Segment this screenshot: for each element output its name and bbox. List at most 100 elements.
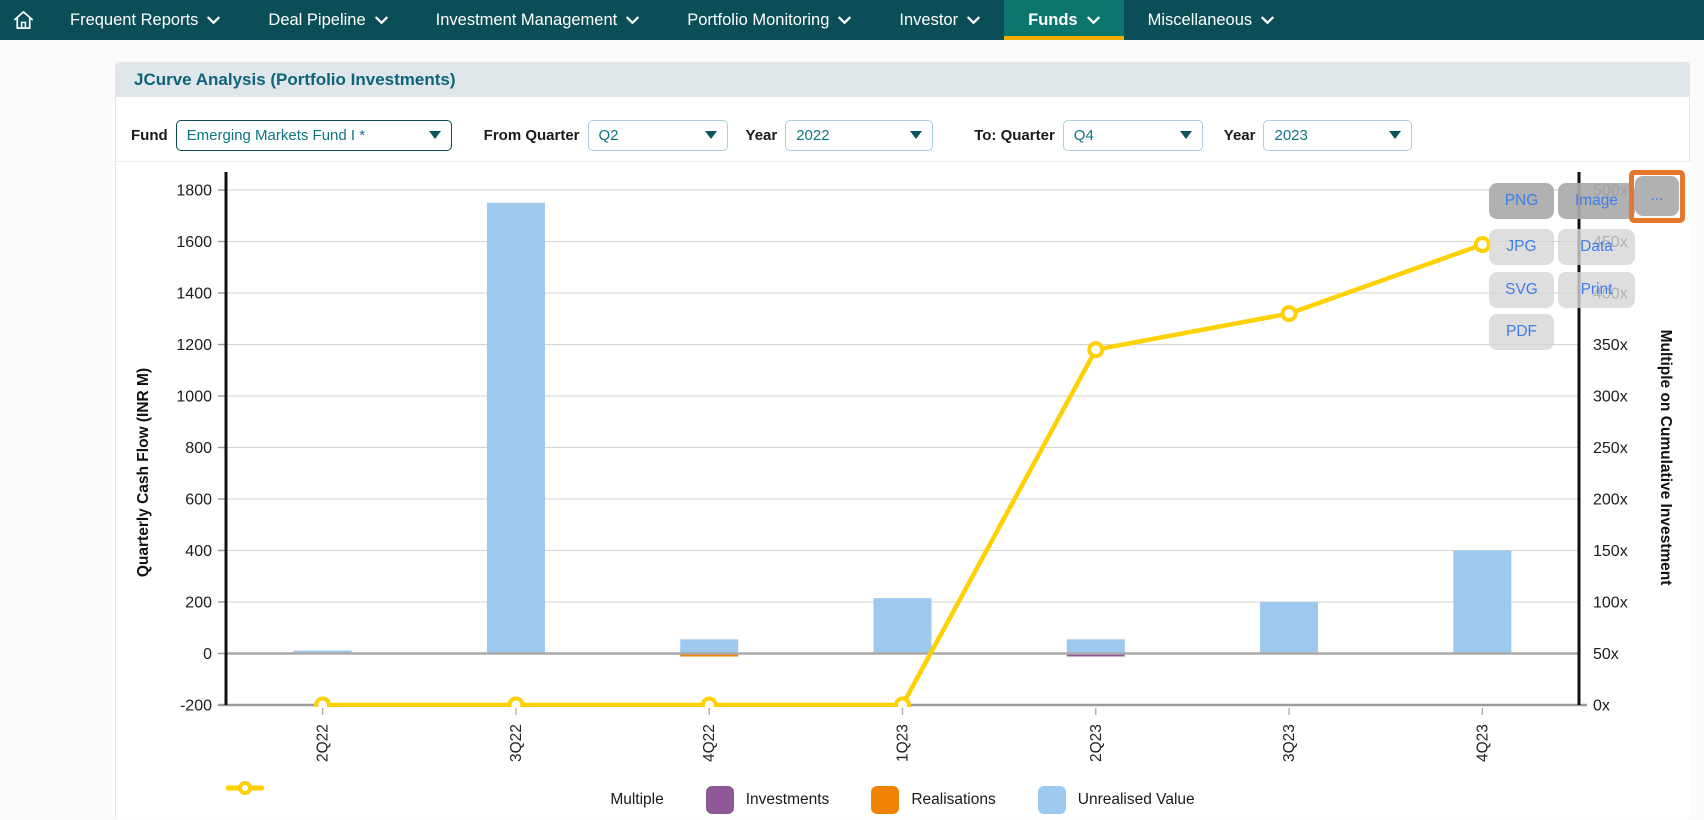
bar-unrealised-value-4Q23[interactable] — [1453, 551, 1511, 654]
filter-select-fund-0[interactable]: Emerging Markets Fund I * — [176, 120, 452, 151]
filter-bar: FundEmerging Markets Fund I *From Quarte… — [116, 113, 1689, 157]
dropdown-caret-icon — [1180, 131, 1192, 139]
nav-item-label: Investment Management — [436, 11, 618, 30]
highlight-annotation-box — [1629, 170, 1685, 223]
right-axis-tick-label: 50x — [1593, 646, 1619, 663]
home-icon — [12, 9, 35, 32]
chart-legend: Multiple Investments Realisations Unrealise… — [226, 780, 1579, 820]
chevron-down-icon — [838, 16, 851, 25]
filter-label-year-4: Year — [1224, 127, 1256, 144]
filter-label-to-quarter-3: To: Quarter — [974, 127, 1055, 144]
line-marker-4Q23[interactable] — [1476, 238, 1489, 251]
top-nav: Frequent Reports Deal Pipeline Investment … — [0, 0, 1704, 40]
x-axis-label-4Q23: 4Q23 — [1474, 724, 1491, 762]
right-axis-tick-label: 350x — [1593, 337, 1628, 354]
right-axis-title: Multiple on Cumulative Investment — [1657, 330, 1674, 586]
line-marker-3Q23[interactable] — [1283, 307, 1296, 320]
filter-select-to-quarter-3[interactable]: Q4 — [1063, 120, 1203, 151]
chart-canvas: -2000200400600800100012001400160018000x5… — [116, 162, 1691, 820]
filter-value: 2022 — [796, 127, 829, 144]
nav-item-investment-management[interactable]: Investment Management — [412, 0, 664, 40]
filter-value: Emerging Markets Fund I * — [187, 127, 365, 144]
filter-value: 2023 — [1274, 127, 1307, 144]
left-axis-tick-label: 0 — [203, 646, 212, 663]
chevron-down-icon — [1087, 16, 1100, 25]
chevron-down-icon — [626, 16, 639, 25]
line-marker-2Q23[interactable] — [1089, 343, 1102, 356]
content-card: JCurve Analysis (Portfolio Investments) … — [115, 62, 1690, 818]
export-svg-button[interactable]: SVG — [1489, 272, 1554, 308]
left-axis-tick-label: 1000 — [176, 389, 212, 406]
filter-label-year-2: Year — [746, 127, 778, 144]
filter-select-year-4[interactable]: 2023 — [1263, 120, 1412, 151]
bar-unrealised-value-2Q23[interactable] — [1067, 639, 1125, 653]
nav-item-label: Deal Pipeline — [268, 11, 365, 30]
nav-item-deal-pipeline[interactable]: Deal Pipeline — [244, 0, 411, 40]
chevron-down-icon — [207, 16, 220, 25]
right-axis-tick-label: 0x — [1593, 698, 1610, 715]
legend-swatch-realisations — [871, 786, 899, 814]
filter-value: Q2 — [599, 127, 619, 144]
export-pdf-button[interactable]: PDF — [1489, 314, 1554, 350]
page-title-bar: JCurve Analysis (Portfolio Investments) — [116, 63, 1689, 97]
left-axis-title: Quarterly Cash Flow (INR M) — [135, 368, 152, 577]
legend-item-unrealised-value[interactable]: Unrealised Value — [1038, 786, 1195, 814]
bar-unrealised-value-3Q23[interactable] — [1260, 602, 1318, 654]
legend-swatch-unrealised-value — [1038, 786, 1066, 814]
legend-label: Multiple — [610, 791, 663, 809]
left-axis-tick-label: 800 — [185, 440, 212, 457]
right-axis-tick-label: 300x — [1593, 389, 1628, 406]
right-axis-tick-label: 200x — [1593, 492, 1628, 509]
export-data-button[interactable]: Data — [1558, 229, 1635, 265]
dropdown-caret-icon — [1389, 131, 1401, 139]
export-image-button[interactable]: Image — [1558, 183, 1635, 219]
filter-select-from-quarter-1[interactable]: Q2 — [588, 120, 728, 151]
left-axis-tick-label: 400 — [185, 543, 212, 560]
export-print-button[interactable]: Print — [1558, 272, 1635, 308]
nav-item-miscellaneous[interactable]: Miscellaneous — [1124, 0, 1299, 40]
x-axis-label-2Q23: 2Q23 — [1088, 724, 1105, 762]
dropdown-caret-icon — [910, 131, 922, 139]
legend-item-realisations[interactable]: Realisations — [871, 786, 995, 814]
home-button[interactable] — [0, 0, 46, 40]
left-axis-tick-label: 1400 — [176, 286, 212, 303]
legend-label: Realisations — [911, 791, 995, 809]
right-axis-tick-label: 250x — [1593, 440, 1628, 457]
page-title: JCurve Analysis (Portfolio Investments) — [134, 70, 456, 90]
nav-item-label: Frequent Reports — [70, 11, 198, 30]
bar-unrealised-value-1Q23[interactable] — [874, 598, 932, 653]
nav-item-label: Miscellaneous — [1148, 11, 1253, 30]
bar-unrealised-value-3Q22[interactable] — [487, 203, 545, 654]
legend-item-multiple[interactable]: Multiple — [610, 791, 663, 809]
nav-item-funds[interactable]: Funds — [1004, 0, 1124, 40]
x-axis-label-1Q23: 1Q23 — [895, 724, 912, 762]
legend-line-icon — [226, 780, 264, 796]
nav-item-label: Portfolio Monitoring — [687, 11, 829, 30]
nav-item-investor[interactable]: Investor — [875, 0, 1004, 40]
x-axis-label-4Q22: 4Q22 — [701, 724, 718, 762]
right-axis-tick-label: 100x — [1593, 595, 1628, 612]
chevron-down-icon — [375, 16, 388, 25]
nav-item-frequent-reports[interactable]: Frequent Reports — [46, 0, 244, 40]
bar-unrealised-value-4Q22[interactable] — [680, 639, 738, 653]
left-axis-tick-label: 1200 — [176, 337, 212, 354]
legend-item-investments[interactable]: Investments — [706, 786, 830, 814]
chevron-down-icon — [967, 16, 980, 25]
x-axis-label-2Q22: 2Q22 — [315, 724, 332, 762]
right-axis-tick-label: 150x — [1593, 543, 1628, 560]
chevron-down-icon — [1261, 16, 1274, 25]
filter-value: Q4 — [1074, 127, 1094, 144]
nav-item-label: Investor — [899, 11, 958, 30]
nav-items: Frequent Reports Deal Pipeline Investment … — [46, 0, 1298, 40]
export-png-button[interactable]: PNG — [1489, 183, 1554, 219]
left-axis-tick-label: -200 — [180, 698, 212, 715]
filter-select-year-2[interactable]: 2022 — [785, 120, 933, 151]
x-axis-label-3Q22: 3Q22 — [508, 724, 525, 762]
nav-item-portfolio-monitoring[interactable]: Portfolio Monitoring — [663, 0, 875, 40]
jcurve-chart: -2000200400600800100012001400160018000x5… — [116, 161, 1691, 819]
left-axis-tick-label: 1600 — [176, 234, 212, 251]
left-axis-tick-label: 1800 — [176, 183, 212, 200]
filter-label-from-quarter-1: From Quarter — [484, 127, 580, 144]
nav-item-label: Funds — [1028, 11, 1078, 30]
export-jpg-button[interactable]: JPG — [1489, 229, 1554, 265]
